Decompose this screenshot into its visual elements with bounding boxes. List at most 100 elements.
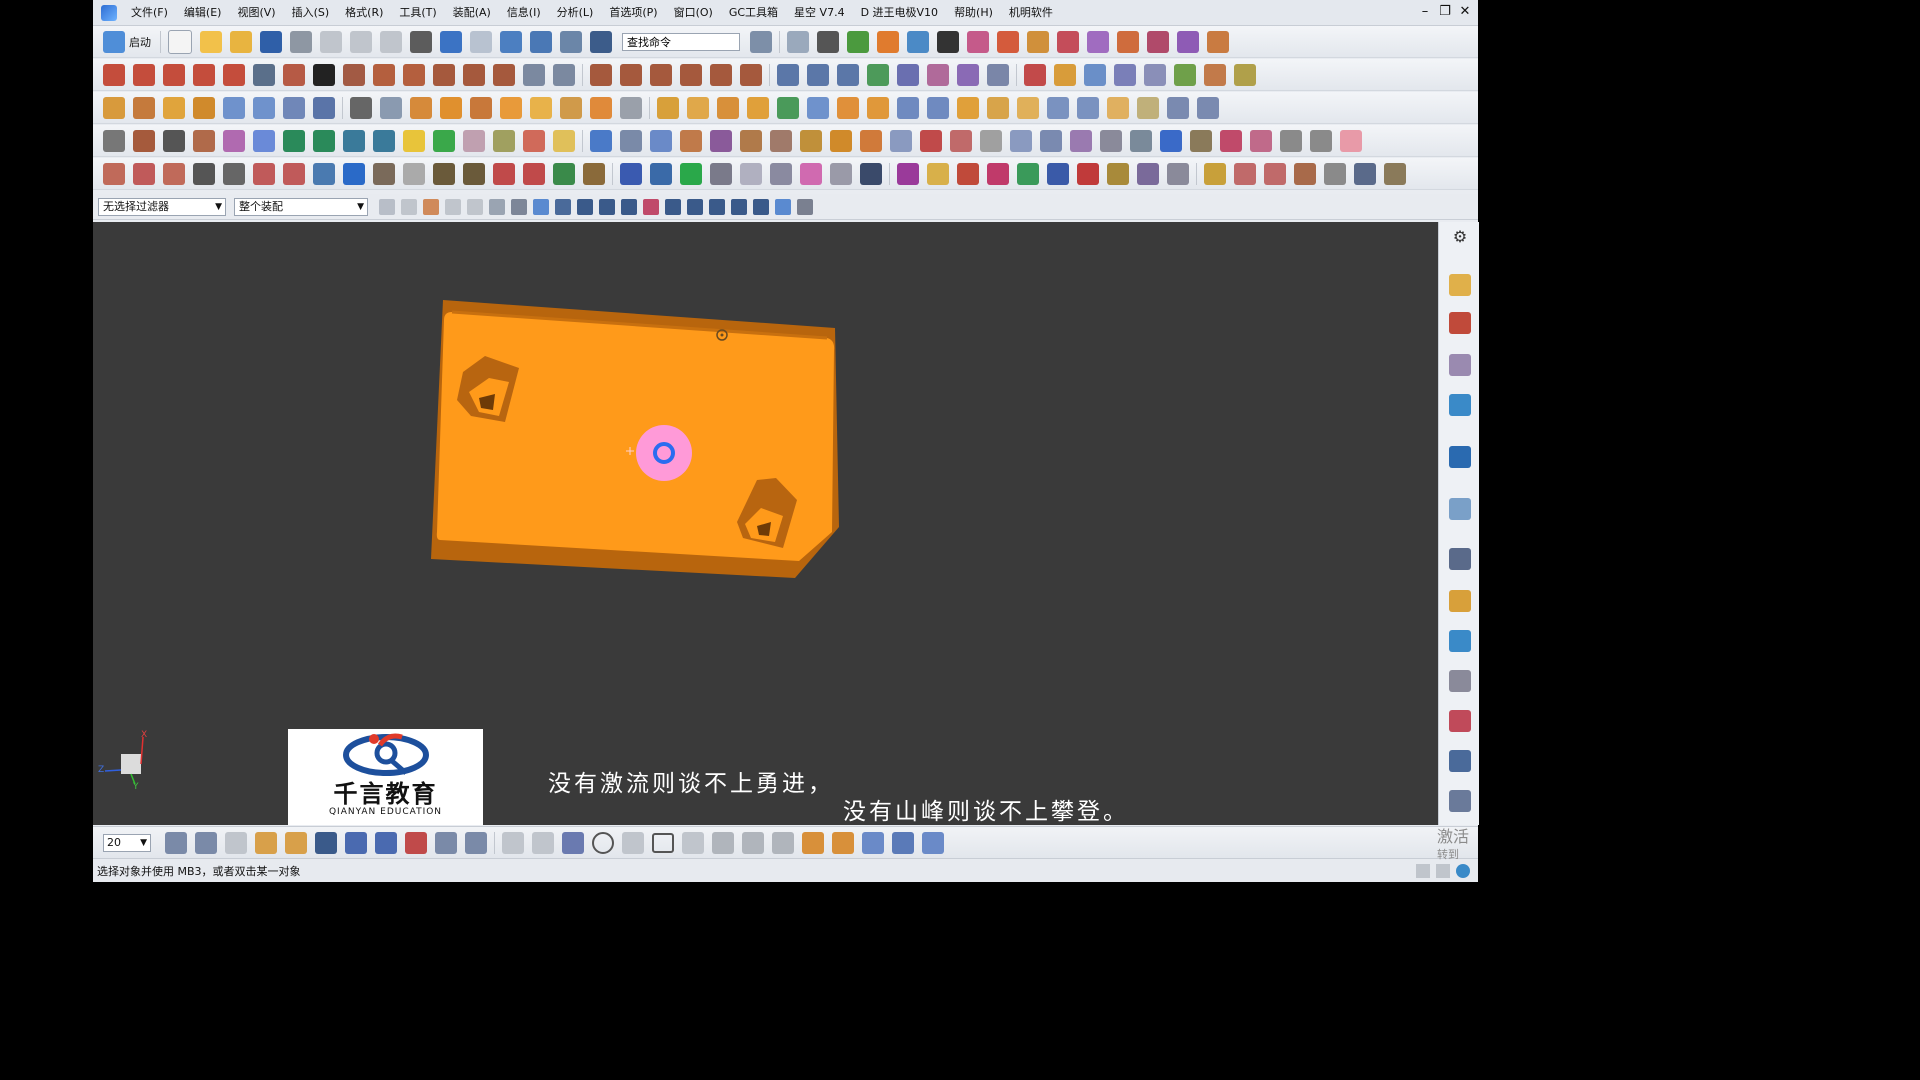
menu-xingkong[interactable]: 星空 V7.4 xyxy=(786,0,853,25)
snap-quadrant-icon[interactable] xyxy=(709,198,725,215)
door-icon[interactable] xyxy=(710,162,732,185)
open-recent-icon[interactable] xyxy=(230,30,252,53)
status-globe-icon[interactable] xyxy=(1456,864,1470,878)
info-icon[interactable] xyxy=(590,30,612,53)
feature-icon-6[interactable] xyxy=(1117,30,1139,53)
show-hide-icon[interactable] xyxy=(315,831,337,854)
move-face-icon[interactable] xyxy=(1107,96,1129,119)
edge-blend-icon[interactable] xyxy=(530,96,552,119)
plane-icon[interactable] xyxy=(927,63,949,86)
groove-icon[interactable] xyxy=(867,96,889,119)
offset-surface-icon[interactable] xyxy=(410,96,432,119)
project-curve-icon[interactable] xyxy=(433,63,455,86)
pad-icon[interactable] xyxy=(747,96,769,119)
patch-icon[interactable] xyxy=(1017,96,1039,119)
search-icon[interactable] xyxy=(750,30,772,53)
rib-icon[interactable] xyxy=(957,96,979,119)
menu-tools[interactable]: 工具(T) xyxy=(391,0,444,25)
gear-icon[interactable]: ⚙ xyxy=(1449,226,1471,248)
fillet-curve-icon[interactable] xyxy=(710,63,732,86)
draft-icon[interactable] xyxy=(500,96,522,119)
split-body-icon[interactable] xyxy=(620,96,642,119)
arc-icon[interactable] xyxy=(163,63,185,86)
forward-arrow-icon[interactable] xyxy=(253,129,275,152)
slot-icon[interactable] xyxy=(897,96,919,119)
print-icon[interactable] xyxy=(290,30,312,53)
circle-icon[interactable] xyxy=(193,63,215,86)
cube-green-icon[interactable] xyxy=(1017,162,1039,185)
studio-surface-icon[interactable] xyxy=(283,96,305,119)
package-icon[interactable] xyxy=(830,162,852,185)
grid-icon[interactable] xyxy=(1220,129,1242,152)
split-icon[interactable] xyxy=(493,162,515,185)
sweep-bottom-icon[interactable] xyxy=(832,831,854,854)
move-to-layer-icon[interactable] xyxy=(255,831,277,854)
snap-center-icon[interactable] xyxy=(687,198,703,215)
pen-blue-icon[interactable] xyxy=(620,162,642,185)
report-icon[interactable] xyxy=(1449,790,1471,812)
blank-page-icon[interactable] xyxy=(502,831,524,854)
surface-bottom-icon[interactable] xyxy=(802,831,824,854)
multi-select-icon[interactable] xyxy=(423,198,439,215)
polygon-icon[interactable] xyxy=(343,63,365,86)
datum-csys-icon[interactable] xyxy=(837,63,859,86)
filter-reset-icon[interactable] xyxy=(379,198,395,215)
menu-edit[interactable]: 编辑(E) xyxy=(176,0,230,25)
first-feature-icon[interactable] xyxy=(343,129,365,152)
assembly-navigator-icon[interactable] xyxy=(1449,274,1471,296)
eye-icon[interactable] xyxy=(1354,162,1376,185)
tube-icon[interactable] xyxy=(193,96,215,119)
hatch-icon[interactable] xyxy=(532,831,554,854)
merge-icon[interactable] xyxy=(523,162,545,185)
new-file-icon[interactable] xyxy=(168,29,192,54)
electrode-copy-icon[interactable] xyxy=(890,129,912,152)
emboss-icon[interactable] xyxy=(837,96,859,119)
electrode-drawing-icon[interactable] xyxy=(1070,129,1092,152)
solid-bottom-icon[interactable] xyxy=(922,831,944,854)
t-tool-icon[interactable] xyxy=(1384,162,1406,185)
line-icon[interactable] xyxy=(103,63,125,86)
snap-face-icon[interactable] xyxy=(775,198,791,215)
extend-curve-icon[interactable] xyxy=(650,63,672,86)
x-axis-icon[interactable] xyxy=(253,162,275,185)
clock-icon[interactable] xyxy=(1449,548,1471,570)
reorder-icon[interactable] xyxy=(523,129,545,152)
bounded-plane-icon[interactable] xyxy=(350,96,372,119)
feature-icon-1[interactable] xyxy=(967,30,989,53)
cube-blue-icon[interactable] xyxy=(1047,162,1069,185)
flask-icon[interactable] xyxy=(1324,162,1346,185)
electrode-check-icon[interactable] xyxy=(1040,129,1062,152)
frame-icon[interactable] xyxy=(1250,129,1272,152)
curve-sketch-icon[interactable] xyxy=(562,831,584,854)
last-feature-icon[interactable] xyxy=(373,129,395,152)
zoom-dropdown[interactable]: 20 ▼ xyxy=(103,833,151,852)
u-shape-icon[interactable] xyxy=(1160,129,1182,152)
snap-midpoint-icon[interactable] xyxy=(577,198,593,215)
solid-cylinder-icon[interactable] xyxy=(1054,63,1076,86)
text-icon[interactable] xyxy=(313,63,335,86)
snap-tangent-icon[interactable] xyxy=(753,198,769,215)
system-materials-icon[interactable] xyxy=(1449,710,1471,732)
command-search-input[interactable] xyxy=(622,32,740,51)
layer-settings-icon[interactable] xyxy=(165,831,187,854)
lip-icon[interactable] xyxy=(987,96,1009,119)
snap-line-icon[interactable] xyxy=(599,198,615,215)
box-bottom-icon[interactable] xyxy=(862,831,884,854)
scissors-icon[interactable] xyxy=(1234,162,1256,185)
cube-multi-icon[interactable] xyxy=(1077,162,1099,185)
arrow-right-icon[interactable] xyxy=(343,162,365,185)
plus-icon[interactable] xyxy=(682,831,704,854)
status-grid-icon[interactable] xyxy=(1416,864,1430,878)
view-orient-icon[interactable] xyxy=(907,30,929,53)
redo-icon[interactable] xyxy=(470,30,492,53)
revolve-icon[interactable] xyxy=(133,96,155,119)
mirror-feature-icon[interactable] xyxy=(807,96,829,119)
trim-body-icon[interactable] xyxy=(590,96,612,119)
trim-curve-icon[interactable] xyxy=(590,63,612,86)
minimize-button[interactable]: – xyxy=(1418,4,1432,19)
sheet-icon[interactable] xyxy=(103,129,125,152)
select-all-icon[interactable] xyxy=(401,198,417,215)
render-style-icon[interactable] xyxy=(817,30,839,53)
circle-tool-icon[interactable] xyxy=(592,831,614,854)
extrude-icon[interactable] xyxy=(103,96,125,119)
